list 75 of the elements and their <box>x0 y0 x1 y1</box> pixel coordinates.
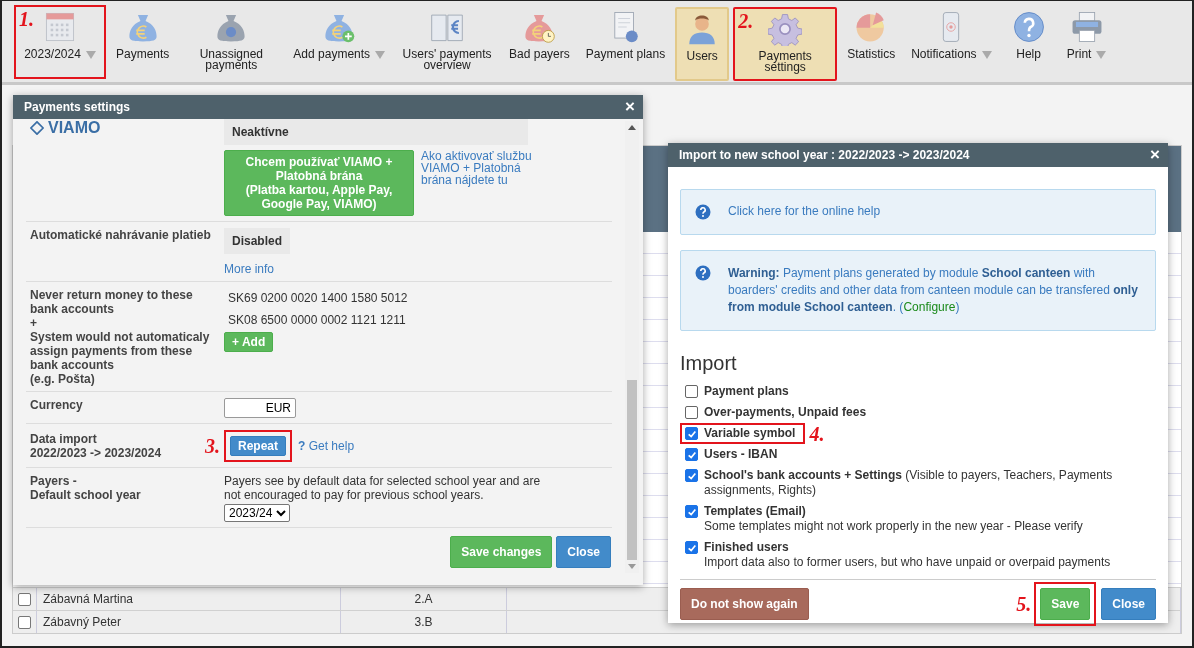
option-note: Some templates might not work properly in the new year - Please verify <box>704 519 1083 534</box>
field-label: Payers - Default school year <box>30 474 141 502</box>
field-label: Automatické nahrávanie platieb <box>30 228 211 242</box>
configure-link[interactable]: Configure <box>903 300 956 314</box>
close-button[interactable]: Close <box>1101 588 1156 620</box>
dismiss-button[interactable]: Do not show again <box>680 588 809 620</box>
toolbar-button[interactable]: Statistics <box>841 5 902 79</box>
help-icon <box>1011 10 1046 44</box>
toolbar-button[interactable]: Bad payers <box>503 5 576 79</box>
toolbar-button[interactable]: Payment plans <box>579 5 672 79</box>
school-year-select[interactable]: 2023/24 <box>224 504 290 522</box>
status-label: Disabled <box>224 228 290 254</box>
dialog-title: Payments settings <box>24 100 131 114</box>
dropdown-caret-icon <box>981 50 992 59</box>
close-button[interactable]: Close <box>556 536 611 568</box>
checkbox[interactable] <box>685 541 698 554</box>
toolbar-button[interactable]: Unassigned payments <box>179 5 284 79</box>
repeat-button[interactable]: Repeat <box>230 436 286 456</box>
toolbar-button[interactable]: Add payments <box>287 5 392 79</box>
warning-text: Warning: Payment plans generated by module School canteen with boarders' credits and other data from canteen module can be transfered only from module School canteen. (Configure) <box>728 265 1139 316</box>
checkbox[interactable] <box>685 427 698 440</box>
option-label: Users - IBAN <box>704 447 778 462</box>
activation-help-link[interactable]: Ako aktivovať službu VIAMO + Platobná brána nájdete tu <box>421 150 549 186</box>
dropdown-caret-icon <box>375 50 386 59</box>
row-checkbox[interactable] <box>18 615 31 629</box>
option-label: Payment plans <box>704 384 789 399</box>
toolbar-button[interactable]: Payments <box>110 5 176 79</box>
close-button[interactable]: × <box>1148 146 1162 164</box>
currency-field[interactable]: EUR <box>224 398 296 418</box>
toolbar-button[interactable]: Help <box>1001 5 1056 79</box>
option-label: School's bank accounts + Settings (Visible to payers, Teachers, Payments assignments, Rights) <box>704 468 1114 498</box>
option-label: Templates (Email) <box>704 504 807 519</box>
help-icon <box>695 204 711 220</box>
option-label: Over-payments, Unpaid fees <box>704 405 867 420</box>
toolbar-button[interactable]: Notifications <box>905 5 998 79</box>
table-cell: 3.B <box>341 611 507 633</box>
checkbox[interactable] <box>685 385 698 398</box>
description-text: Payers see by default data for selected school year and are not encouraged to pay for previous school years. <box>224 474 542 502</box>
row-checkbox[interactable] <box>18 592 31 606</box>
field-label: Currency <box>30 398 83 412</box>
callout-number: 2. <box>738 11 754 31</box>
checkbox[interactable] <box>685 505 698 518</box>
dropdown-caret-icon <box>1096 50 1107 59</box>
bank-account-number: SK69 0200 0020 1400 1580 5012 <box>227 290 409 307</box>
callout-number: 4. <box>809 423 825 444</box>
toolbar-button[interactable]: Users <box>675 7 730 81</box>
more-info-link[interactable]: More info <box>224 262 275 276</box>
table-cell: Zábavný Peter <box>37 611 341 633</box>
help-icon <box>695 265 711 281</box>
option-label: Finished users <box>704 540 790 555</box>
section-heading: Import <box>680 352 738 375</box>
callout-number: 3. <box>205 436 220 456</box>
close-button[interactable]: × <box>623 98 637 116</box>
toolbar-button[interactable]: Print <box>1059 5 1114 79</box>
toolbar-button[interactable]: 2. Payments settings <box>733 7 838 81</box>
field-label: Data import 2022/2023 -> 2023/2024 <box>30 432 162 460</box>
toolbar-button[interactable]: 1. 2023/2024 <box>14 5 106 79</box>
settings-icon <box>768 12 803 46</box>
field-label: Never return money to these bank accounts + System would not automaticaly assign payments from these bank accounts (e.g. Pošta) <box>30 288 211 386</box>
viamo-logo: VIAMO <box>30 119 101 137</box>
option-label: Variable symbol <box>704 426 796 441</box>
toolbar-button[interactable]: Users' payments overview <box>395 5 500 79</box>
callout-number: 5. <box>1016 594 1032 614</box>
get-help-link[interactable]: ? Get help <box>298 439 355 453</box>
bank-account-number: SK08 6500 0000 0002 1121 1211 <box>227 312 407 329</box>
calendar-icon <box>43 10 77 44</box>
status-label: Neaktívne <box>224 119 528 145</box>
option-note: Import data also to former users, but who have unpaid or overpaid payments <box>704 555 1111 570</box>
dropdown-caret-icon <box>85 50 96 59</box>
checkbox[interactable] <box>685 469 698 482</box>
online-help-link[interactable]: Click here for the online help <box>728 204 881 218</box>
dialog-title: Import to new school year : 2022/2023 -> 2023/2024 <box>679 148 970 162</box>
callout-number: 1. <box>19 9 34 29</box>
checkbox[interactable] <box>685 406 698 419</box>
checkbox[interactable] <box>685 448 698 461</box>
